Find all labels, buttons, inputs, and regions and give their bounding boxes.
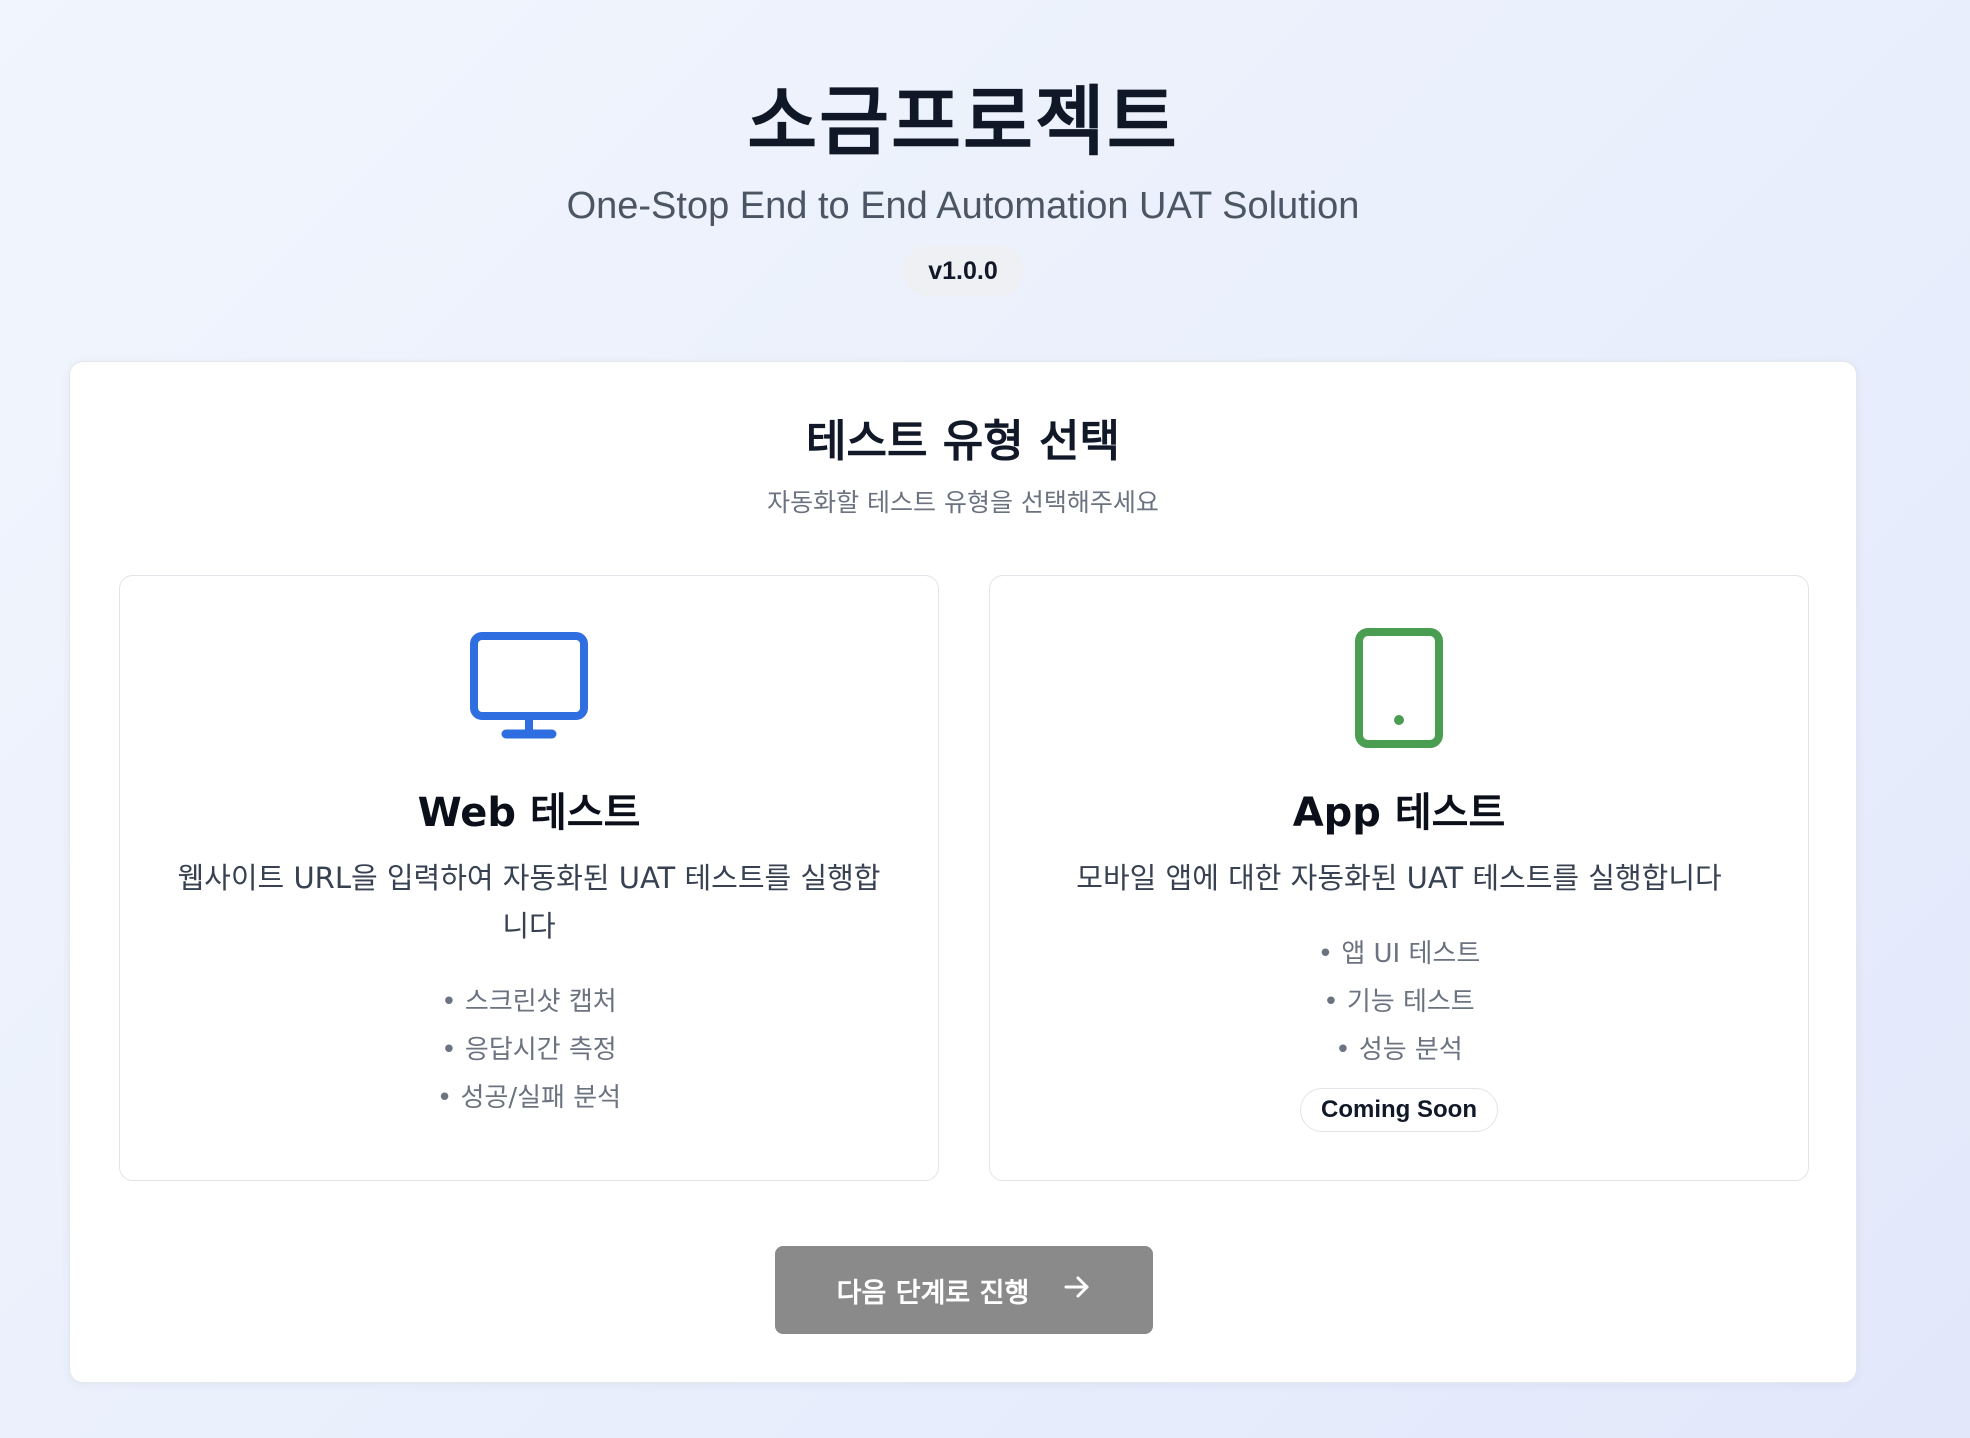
app-title: 소금프로젝트 bbox=[747, 77, 1179, 166]
panel-subtitle: 자동화할 테스트 유형을 선택해주세요 bbox=[767, 488, 1159, 517]
web-feature-list: • 스크린샷 캡처 • 응답시간 측정 • 성공/실패 분석 bbox=[120, 978, 938, 1122]
app-card-title: App 테스트 bbox=[1292, 790, 1506, 836]
web-test-card[interactable]: Web 테스트 웹사이트 URL을 입력하여 자동화된 UAT 테스트를 실행합… bbox=[119, 575, 939, 1181]
feature-item: • 성능 분석 bbox=[1335, 1035, 1463, 1065]
feature-item: • 응답시간 측정 bbox=[441, 1035, 617, 1065]
next-step-label: 다음 단계로 진행 bbox=[836, 1277, 1030, 1309]
version-badge: v1.0.0 bbox=[903, 246, 1023, 296]
web-card-description: 웹사이트 URL을 입력하여 자동화된 UAT 테스트를 실행합니다 bbox=[177, 861, 881, 943]
next-step-button[interactable]: 다음 단계로 진행 bbox=[775, 1246, 1153, 1334]
app-feature-list: • 앱 UI 테스트 • 기능 테스트 • 성능 분석 bbox=[990, 930, 1808, 1074]
mobile-icon bbox=[990, 628, 1808, 748]
app-test-card[interactable]: App 테스트 모바일 앱에 대한 자동화된 UAT 테스트를 실행합니다 • … bbox=[989, 575, 1809, 1181]
panel-title: 테스트 유형 선택 bbox=[806, 416, 1120, 467]
web-card-title: Web 테스트 bbox=[417, 790, 641, 836]
monitor-icon bbox=[120, 632, 938, 740]
feature-item: • 스크린샷 캡처 bbox=[441, 987, 617, 1017]
arrow-right-icon bbox=[1063, 1275, 1091, 1306]
app-card-description: 모바일 앱에 대한 자동화된 UAT 테스트를 실행합니다 bbox=[1076, 861, 1722, 895]
coming-soon-badge: Coming Soon bbox=[1300, 1088, 1498, 1132]
feature-item: • 기능 테스트 bbox=[1323, 987, 1475, 1017]
test-type-panel: 테스트 유형 선택 자동화할 테스트 유형을 선택해주세요 Web 테스트 웹사… bbox=[69, 361, 1857, 1383]
app-subtitle: One-Stop End to End Automation UAT Solut… bbox=[566, 185, 1360, 227]
feature-item: • 성공/실패 분석 bbox=[436, 1083, 622, 1113]
feature-item: • 앱 UI 테스트 bbox=[1317, 939, 1481, 969]
